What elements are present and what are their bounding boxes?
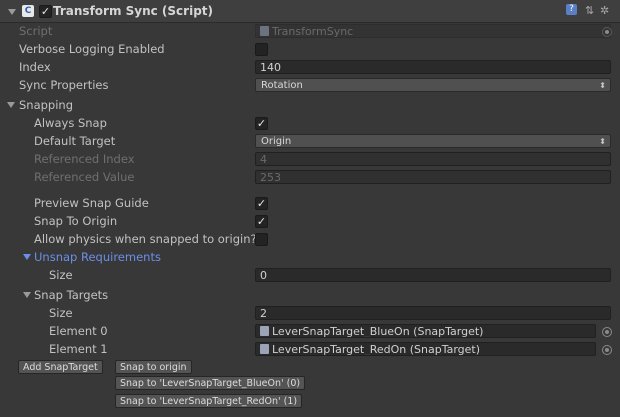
dropdown-arrow-icon: ⬍ — [599, 81, 606, 90]
default-target-label: Default Target — [34, 134, 116, 148]
snap-to-origin-button[interactable]: Snap to origin — [115, 360, 192, 374]
allow-physics-checkbox[interactable] — [255, 233, 268, 246]
preview-snap-guide-checkbox[interactable]: ✓ — [255, 197, 268, 210]
help-icon[interactable]: ? — [566, 4, 577, 15]
snap-targets-foldout-arrow[interactable] — [23, 292, 31, 298]
unsnap-size-label: Size — [49, 268, 73, 282]
allow-physics-label: Allow physics when snapped to origin? — [34, 232, 257, 246]
snap-targets-size-field[interactable]: 2 — [255, 306, 611, 320]
script-object-picker-icon — [602, 27, 612, 37]
always-snap-checkbox[interactable]: ✓ — [255, 117, 268, 130]
snap-targets-label[interactable]: Snap Targets — [34, 288, 108, 302]
snap-target-object-icon — [260, 344, 269, 354]
script-field: TransformSync — [255, 24, 611, 38]
element-1-value: LeverSnapTarget_RedOn (SnapTarget) — [272, 343, 481, 356]
script-icon: C — [22, 5, 34, 17]
script-label: Script — [19, 24, 53, 38]
unsnap-foldout-arrow[interactable] — [23, 254, 31, 260]
dropdown-arrow-icon: ⬍ — [599, 137, 606, 146]
snap-to-origin-checkbox[interactable]: ✓ — [255, 215, 268, 228]
element-0-field[interactable]: LeverSnapTarget_BlueOn (SnapTarget) — [255, 324, 596, 338]
gear-icon[interactable]: ✲ — [600, 4, 609, 17]
preview-snap-guide-label: Preview Snap Guide — [34, 196, 149, 210]
snapping-label[interactable]: Snapping — [19, 98, 73, 112]
component-title: Transform Sync (Script) — [53, 4, 214, 18]
snapping-foldout-arrow[interactable] — [7, 102, 15, 108]
index-label: Index — [19, 60, 51, 74]
sync-properties-label: Sync Properties — [19, 78, 109, 92]
unsnap-size-field[interactable]: 0 — [255, 268, 611, 282]
element-1-object-picker-icon[interactable] — [602, 345, 612, 355]
referenced-value-field: 253 — [255, 170, 611, 184]
element-0-label: Element 0 — [49, 324, 108, 338]
default-target-value: Origin — [261, 136, 292, 147]
verbose-label: Verbose Logging Enabled — [19, 42, 165, 56]
referenced-index-label: Referenced Index — [34, 152, 135, 166]
referenced-index-field: 4 — [255, 152, 611, 166]
add-snap-target-button[interactable]: Add SnapTarget — [18, 360, 103, 374]
script-value: TransformSync — [272, 25, 354, 38]
verbose-checkbox[interactable] — [255, 43, 268, 56]
element-0-object-picker-icon[interactable] — [602, 327, 612, 337]
always-snap-label: Always Snap — [34, 116, 107, 130]
component-enabled-checkbox[interactable]: ✓ — [39, 5, 52, 18]
sync-properties-dropdown[interactable]: Rotation ⬍ — [255, 78, 611, 92]
default-target-dropdown[interactable]: Origin ⬍ — [255, 134, 611, 148]
script-asset-icon — [260, 26, 269, 36]
snap-to-red-button[interactable]: Snap to 'LeverSnapTarget_RedOn' (1) — [115, 394, 303, 408]
element-1-label: Element 1 — [49, 342, 108, 356]
snap-to-blue-button[interactable]: Snap to 'LeverSnapTarget_BlueOn' (0) — [115, 376, 306, 390]
snap-target-object-icon — [260, 326, 269, 336]
sync-properties-value: Rotation — [261, 80, 303, 91]
element-1-field[interactable]: LeverSnapTarget_RedOn (SnapTarget) — [255, 342, 596, 356]
preset-icon[interactable]: ⇅ — [585, 4, 594, 17]
referenced-value-label: Referenced Value — [34, 170, 135, 184]
element-0-value: LeverSnapTarget_BlueOn (SnapTarget) — [272, 325, 484, 338]
snap-targets-size-label: Size — [49, 306, 73, 320]
index-field[interactable]: 140 — [255, 60, 611, 74]
snap-to-origin-label: Snap To Origin — [34, 214, 118, 228]
component-foldout-arrow[interactable] — [8, 9, 16, 15]
unsnap-requirements-label[interactable]: Unsnap Requirements — [34, 250, 161, 264]
